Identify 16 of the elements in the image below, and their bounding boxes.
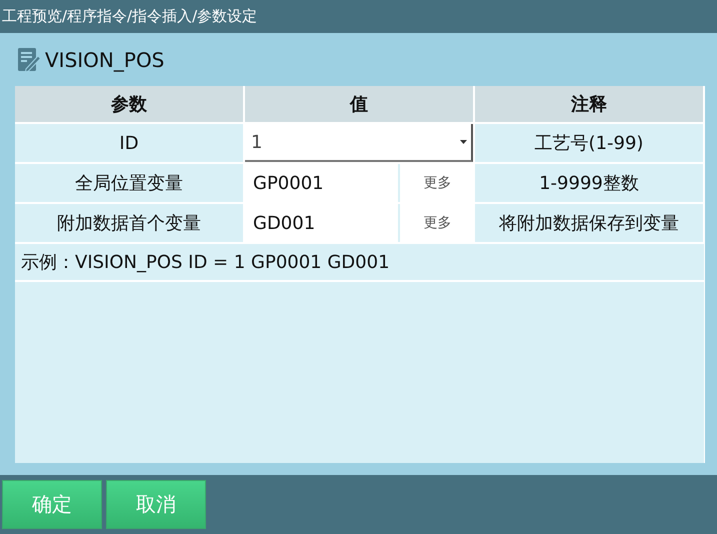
more-button[interactable]: 更多 xyxy=(400,164,475,202)
parameter-note: 将附加数据保存到变量 xyxy=(475,204,705,242)
edit-document-icon xyxy=(17,46,41,72)
parameter-note: 1-9999整数 xyxy=(475,164,705,202)
variable-input[interactable]: GD001 xyxy=(245,204,398,242)
column-header: 注释 xyxy=(475,86,705,122)
variable-input[interactable]: GP0001 xyxy=(245,164,398,202)
breadcrumb-title: 工程预览/程序指令/指令插入/参数设定 xyxy=(2,7,258,26)
more-button[interactable]: 更多 xyxy=(400,204,475,242)
column-header: 值 xyxy=(245,86,475,122)
id-dropdown[interactable]: 1 xyxy=(245,124,473,162)
dropdown-caret-icon xyxy=(460,140,467,144)
example-text: 示例：VISION_POS ID = 1 GP0001 GD001 xyxy=(15,244,704,282)
parameter-note: 工艺号(1-99) xyxy=(475,124,705,162)
column-header: 参数 xyxy=(15,86,245,122)
instruction-name: VISION_POS xyxy=(45,48,164,72)
